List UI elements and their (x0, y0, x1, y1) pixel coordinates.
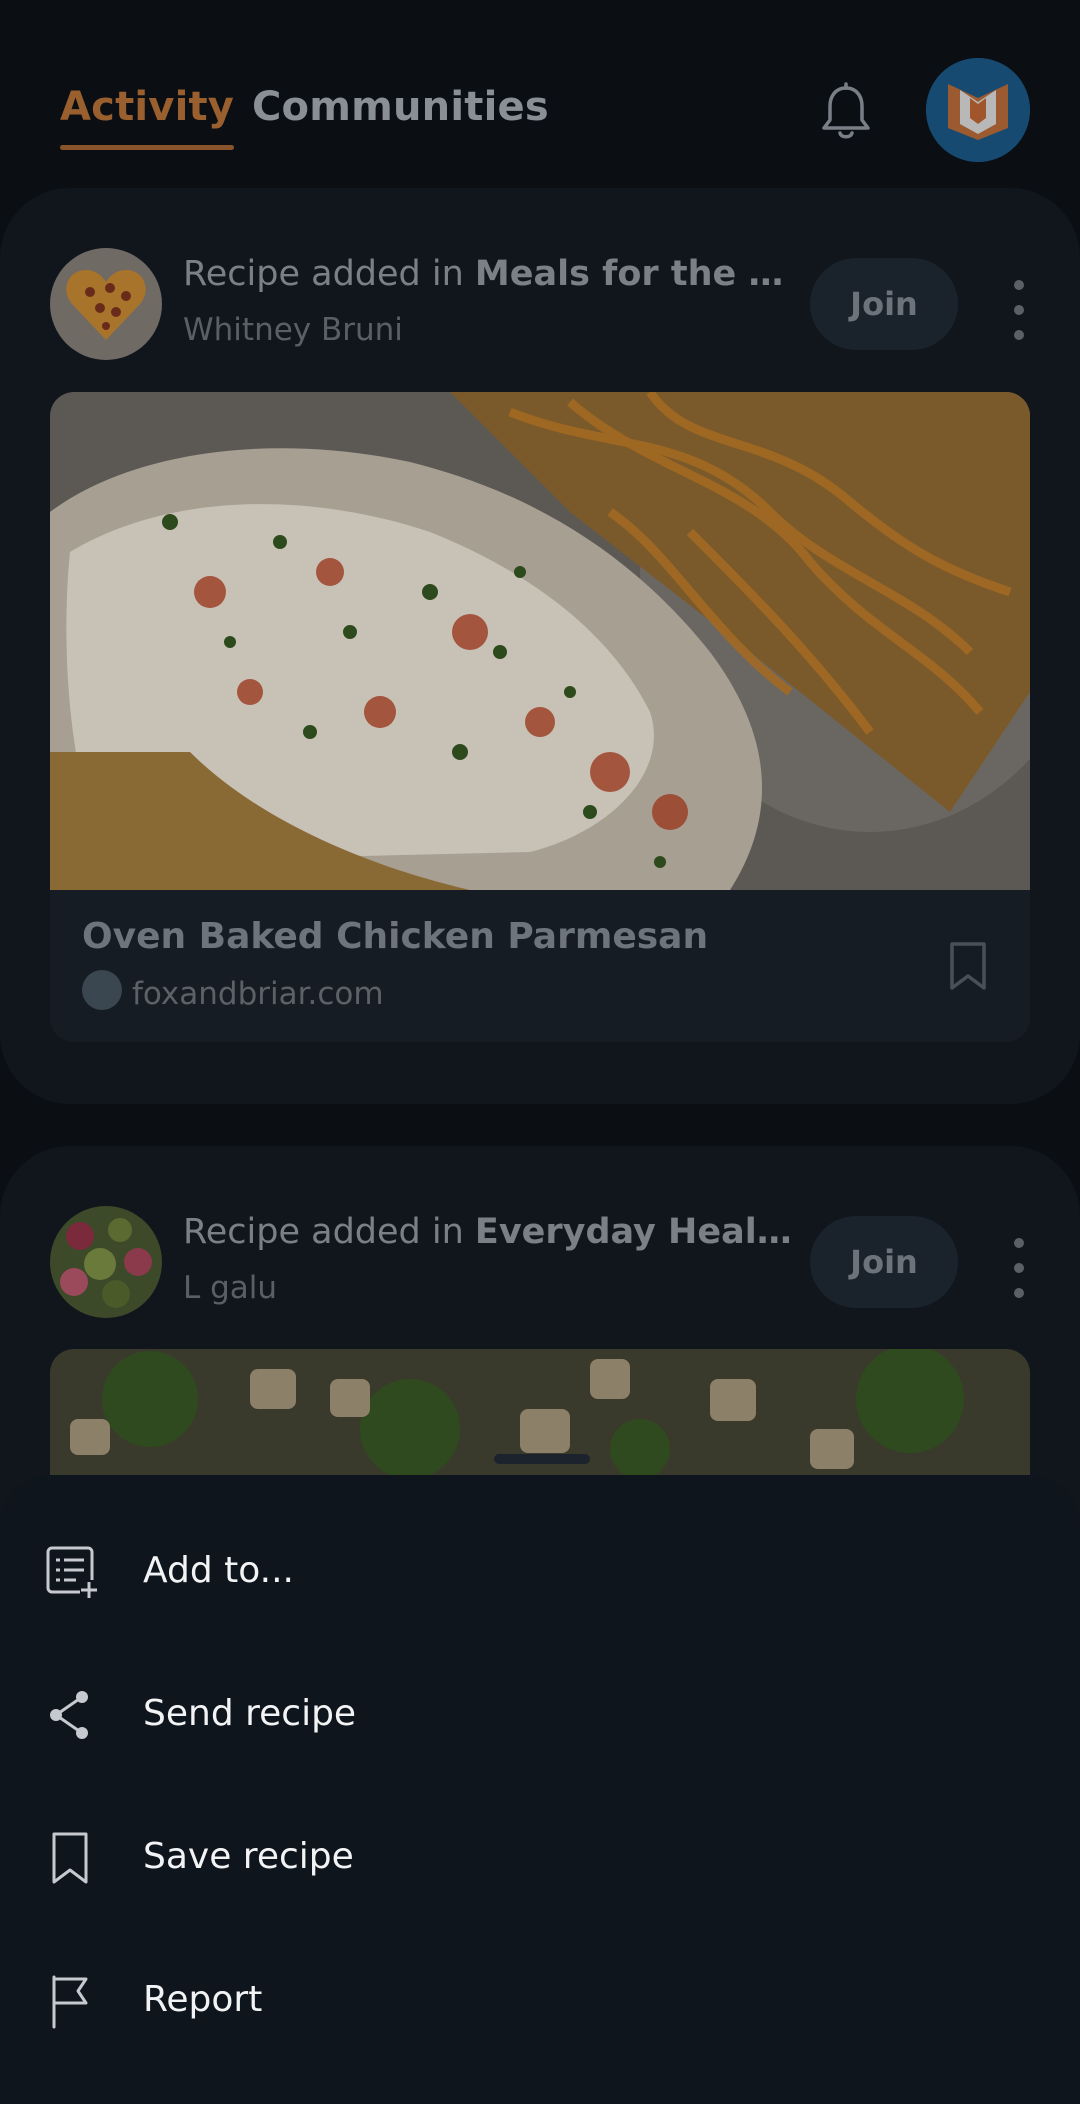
notification-bell-icon[interactable] (818, 82, 874, 142)
menu-item-label: Add to... (143, 1550, 294, 1591)
tab-communities[interactable]: Communities (252, 84, 549, 130)
tab-activity[interactable]: Activity (60, 84, 235, 150)
sheet-grabber[interactable] (494, 1454, 590, 1464)
card-author: L galu (183, 1270, 278, 1306)
source-logo-icon (82, 970, 122, 1010)
recipe-footer[interactable]: Oven Baked Chicken Parmesan foxandbriar.… (50, 890, 1030, 1042)
recipe-name: Oven Baked Chicken Parmesan (82, 916, 709, 957)
menu-item-add-to[interactable]: Add to... (0, 1502, 1080, 1645)
menu-item-label: Send recipe (143, 1693, 357, 1734)
community-avatar[interactable] (50, 1206, 162, 1318)
menu-item-label: Save recipe (143, 1836, 354, 1877)
bookmark-icon[interactable] (948, 940, 988, 992)
menu-item-report[interactable]: Report (0, 1931, 1080, 2074)
card-title: Recipe added in Meals for the F... (183, 254, 793, 294)
card-title: Recipe added in Everyday Healt... (183, 1212, 793, 1252)
card-author: Whitney Bruni (183, 312, 403, 348)
more-options-icon[interactable] (1004, 280, 1034, 340)
recipe-image[interactable] (50, 392, 1030, 890)
more-options-icon[interactable] (1004, 1238, 1034, 1298)
menu-item-save-recipe[interactable]: Save recipe (0, 1788, 1080, 1931)
bookmark-icon (52, 1832, 88, 1884)
profile-avatar[interactable] (926, 58, 1030, 162)
menu-item-label: Report (143, 1979, 263, 2020)
menu-item-send-recipe[interactable]: Send recipe (0, 1645, 1080, 1788)
top-header: Activity Communities (0, 0, 1080, 185)
join-button[interactable]: Join (810, 1216, 958, 1308)
share-icon (50, 1691, 88, 1739)
add-to-list-icon (46, 1546, 98, 1598)
join-button[interactable]: Join (810, 258, 958, 350)
flag-icon (52, 1975, 88, 2029)
community-avatar[interactable] (50, 248, 162, 360)
recipe-source: foxandbriar.com (132, 976, 384, 1012)
